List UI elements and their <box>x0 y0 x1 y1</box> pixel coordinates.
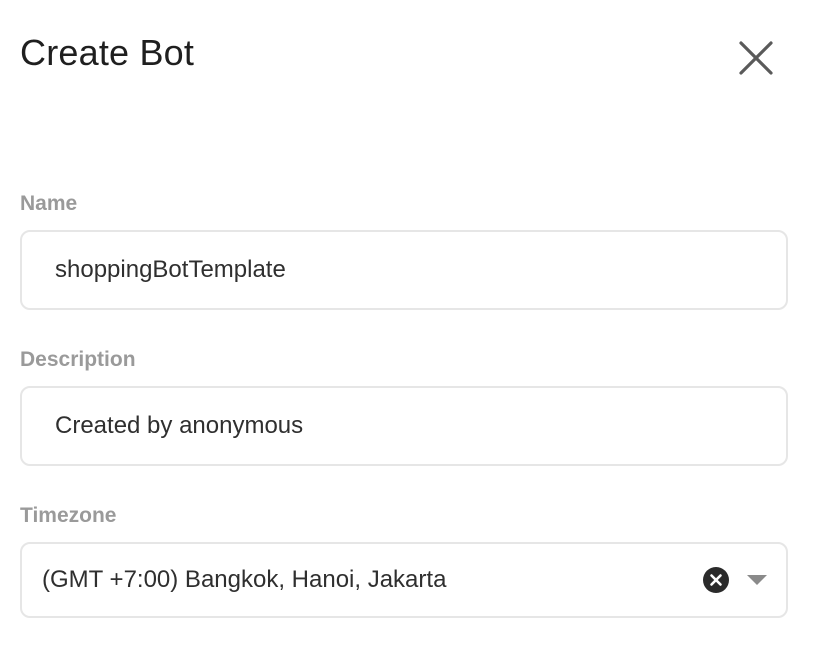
create-bot-dialog: Create Bot Name Description Timezone (GM… <box>0 0 814 656</box>
name-input[interactable] <box>20 230 788 310</box>
description-label: Description <box>20 348 136 371</box>
timezone-selected-value: (GMT +7:00) Bangkok, Hanoi, Jakarta <box>42 566 447 593</box>
clear-circle-icon <box>703 567 729 593</box>
close-icon <box>739 41 773 75</box>
timezone-label: Timezone <box>20 504 117 527</box>
timezone-dropdown-toggle[interactable] <box>744 570 770 590</box>
timezone-select[interactable]: (GMT +7:00) Bangkok, Hanoi, Jakarta <box>20 542 788 618</box>
caret-down-icon <box>747 575 767 585</box>
dialog-title: Create Bot <box>20 32 195 73</box>
clear-timezone-button[interactable] <box>702 566 730 594</box>
close-button[interactable] <box>736 38 776 78</box>
name-label: Name <box>20 192 78 215</box>
description-input[interactable] <box>20 386 788 466</box>
